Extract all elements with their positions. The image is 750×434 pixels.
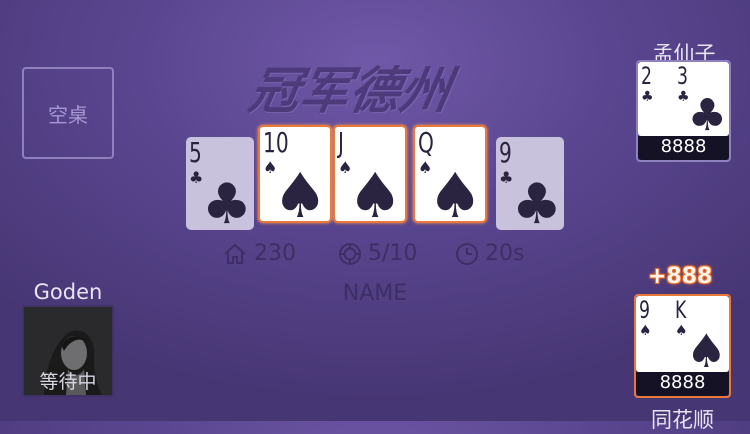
game-logo: 冠军德州 — [244, 62, 456, 120]
winner-card-2: K ♠ ♠ — [672, 296, 729, 372]
home-icon — [224, 243, 246, 264]
community-card-3: J ♠ ♠ — [333, 125, 407, 223]
room-number-info: 230 — [222, 241, 296, 266]
card-suit-large: ♠ — [347, 159, 403, 223]
player-status: 等待中 — [39, 371, 97, 393]
empty-seat-button[interactable]: 空桌 — [22, 67, 114, 159]
card-suit-large: ♠ — [685, 324, 727, 372]
card-suit-small: ♠ — [639, 323, 652, 339]
community-card-1: 5 ♣ ♣ — [186, 137, 254, 230]
card-suit-small: ♣ — [641, 89, 654, 105]
hand-name: 同花顺 — [651, 408, 714, 432]
winner-chips: 8888 — [636, 372, 729, 396]
community-card-4: Q ♠ ♠ — [413, 125, 487, 223]
player-name: Goden — [33, 280, 103, 304]
card-rank: 3 — [677, 62, 688, 90]
timer-value: 20s — [485, 241, 525, 266]
table-name: NAME — [342, 281, 408, 306]
clock-icon — [456, 242, 478, 265]
card-suit-large: ♣ — [687, 90, 727, 137]
card-rank: 5 — [189, 137, 202, 169]
winner-seat[interactable]: 9 ♠ K ♠ ♠ 8888 — [634, 294, 731, 398]
opponent-card-2: 3 ♣ ♣ — [674, 62, 729, 136]
community-card-2: 10 ♠ ♠ — [258, 125, 332, 223]
room-number: 230 — [254, 241, 296, 266]
timer-info: 20s — [455, 241, 524, 266]
card-suit-large: ♠ — [427, 159, 483, 223]
blinds-info: 5/10 — [338, 241, 417, 266]
opponent-seat[interactable]: 2 ♣ 3 ♣ ♣ 8888 — [636, 60, 731, 162]
blinds-value: 5/10 — [368, 241, 418, 266]
card-suit-large: ♠ — [272, 159, 328, 223]
card-suit-large: ♣ — [201, 172, 252, 231]
win-amount: +888 — [648, 264, 713, 289]
card-rank: J — [338, 126, 344, 159]
card-rank: 10 — [263, 126, 289, 159]
empty-seat-label: 空桌 — [48, 102, 88, 127]
card-rank: 9 — [639, 296, 650, 324]
opponent-chips: 8888 — [638, 136, 729, 160]
card-rank: Q — [418, 126, 434, 159]
card-rank: K — [675, 296, 687, 324]
community-card-5: 9 ♣ ♣ — [496, 137, 564, 230]
card-rank: 2 — [641, 62, 652, 90]
card-rank: 9 — [499, 137, 512, 169]
card-suit-large: ♣ — [511, 172, 562, 231]
chip-icon — [339, 242, 361, 265]
